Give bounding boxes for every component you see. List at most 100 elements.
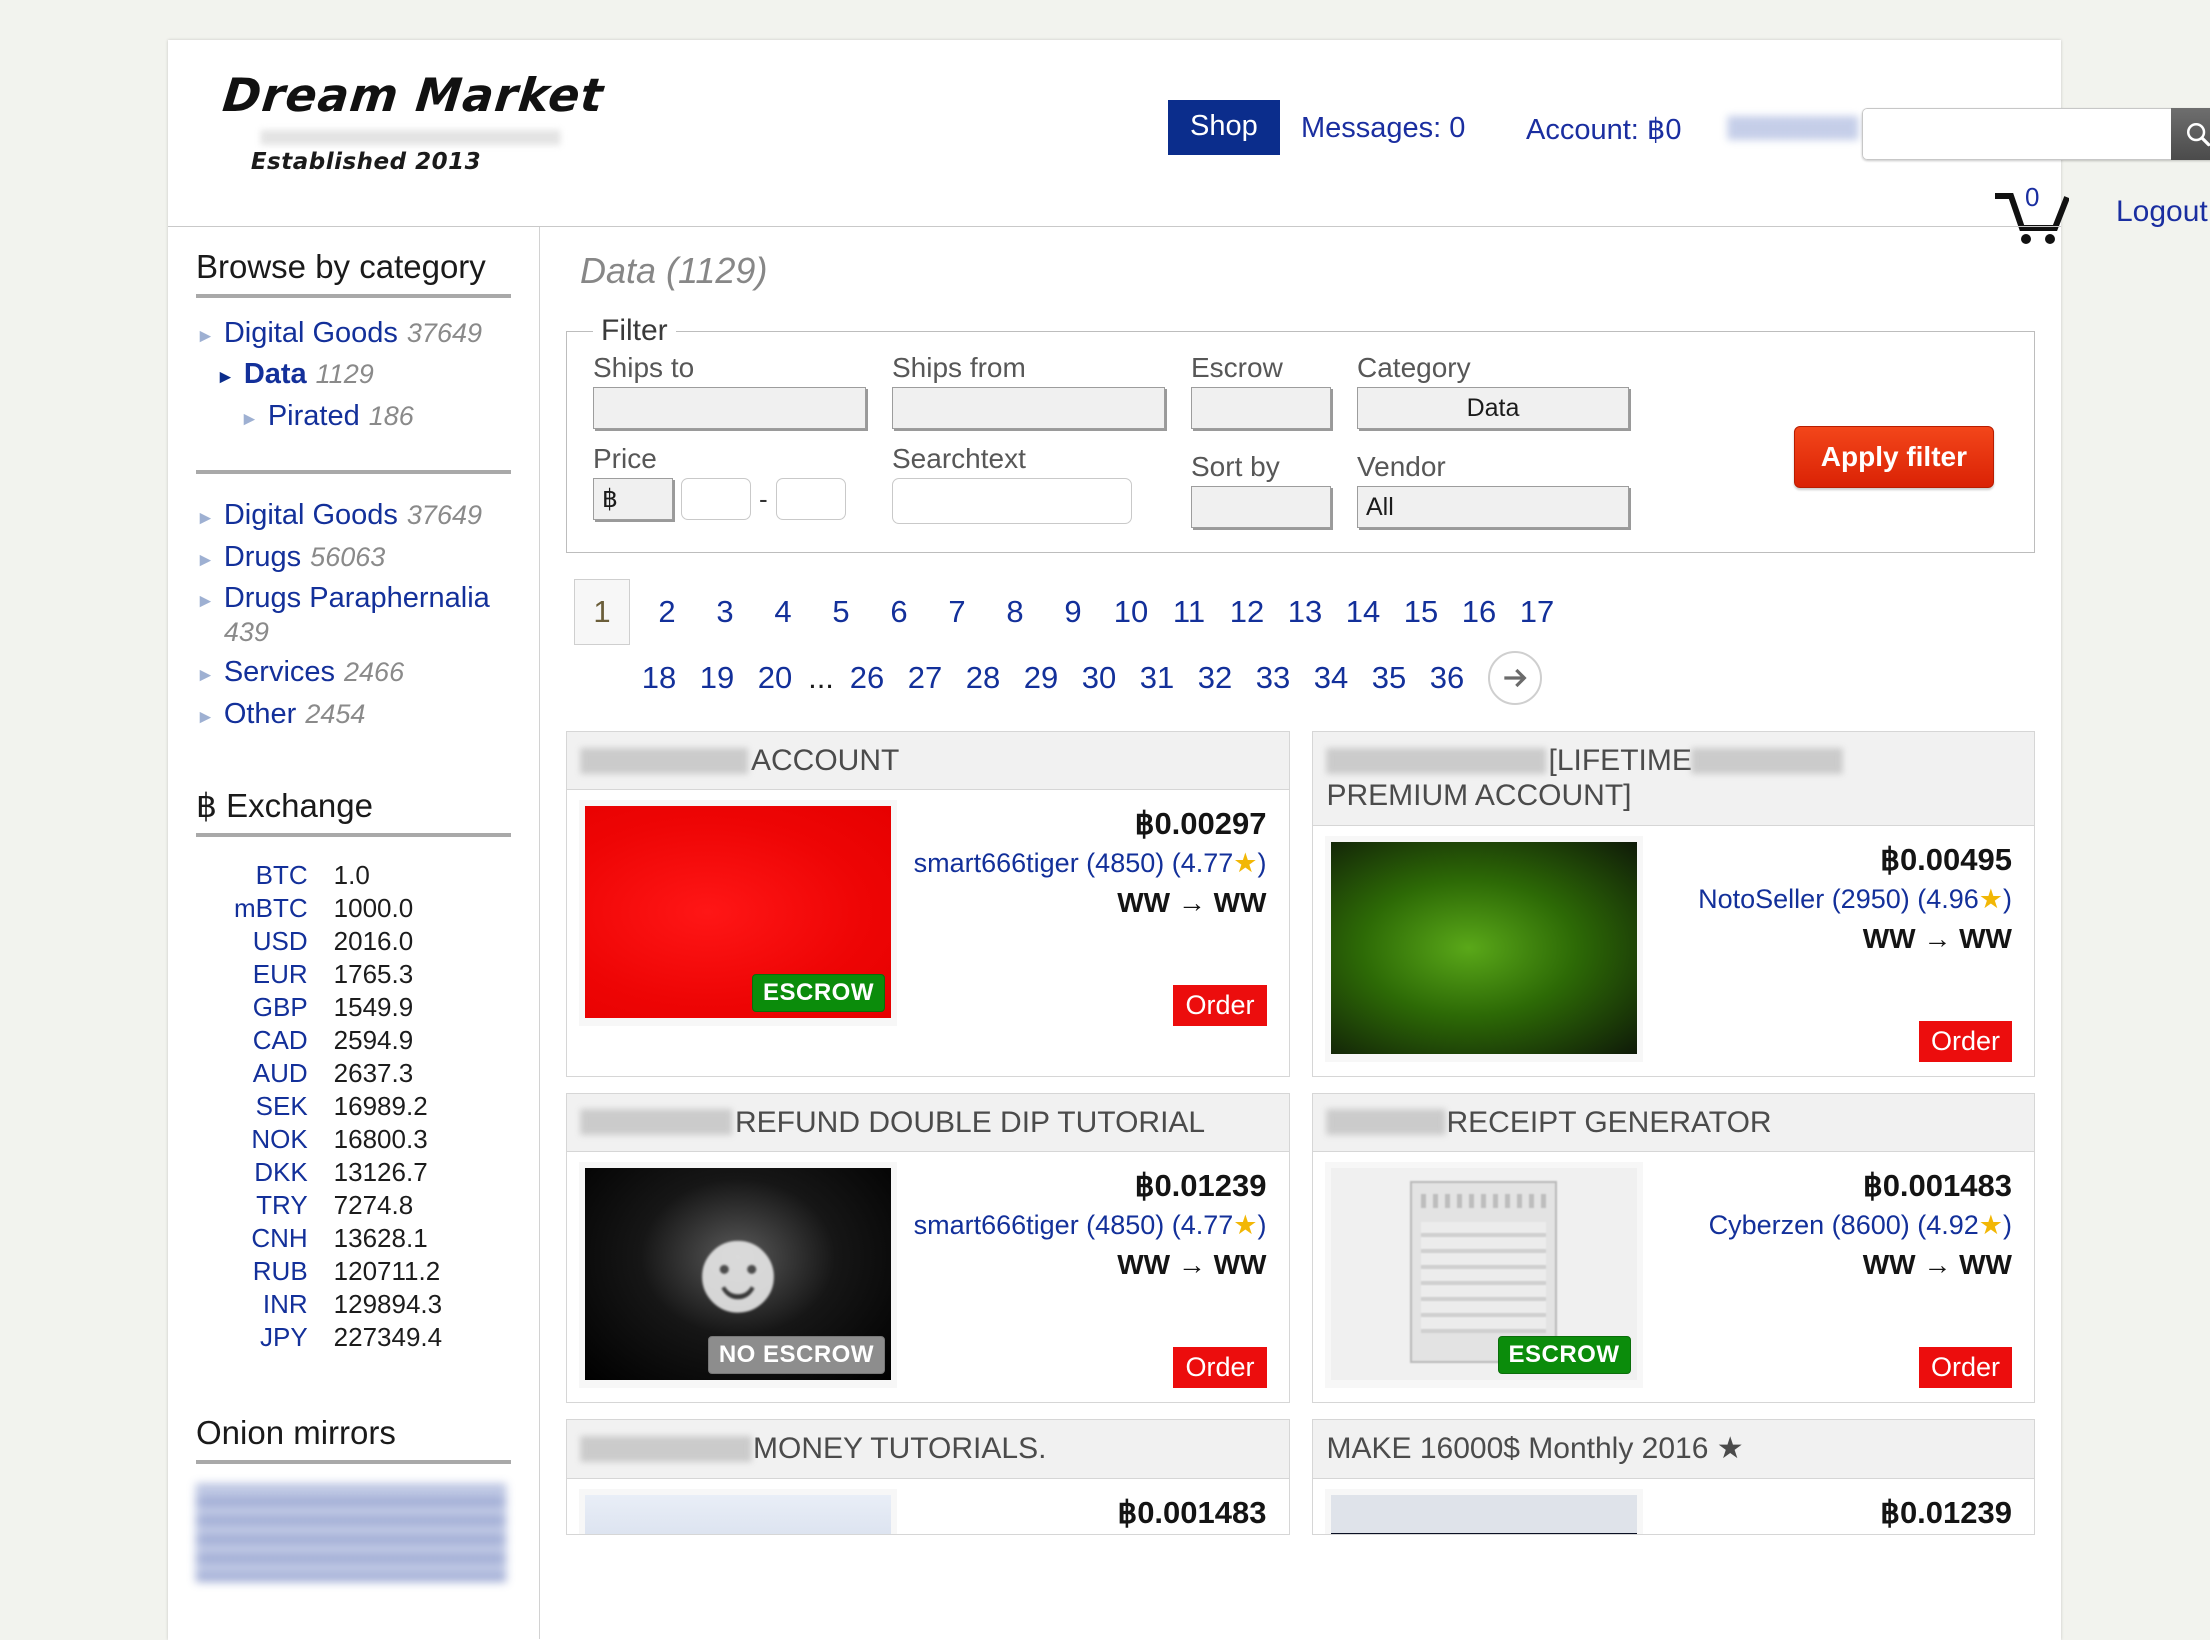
vendor-link[interactable]: smart666tiger (4850) (4.77★) xyxy=(907,848,1267,879)
page-link[interactable]: 6 xyxy=(870,586,928,638)
cart-button[interactable]: 0 xyxy=(1995,182,2070,251)
page-link[interactable]: 9 xyxy=(1044,586,1102,638)
sidebar-item-other[interactable]: ► Other 2454 xyxy=(196,697,511,732)
page-link[interactable]: 28 xyxy=(954,652,1012,704)
page-link[interactable]: 3 xyxy=(696,586,754,638)
product-image xyxy=(1330,841,1637,1054)
currency-rate: 129894.3 xyxy=(333,1288,443,1319)
page-link[interactable]: 27 xyxy=(896,652,954,704)
product-card[interactable]: MAKE 16000$ Monthly 2016 ★ ฿0.01239 xyxy=(1311,1419,2035,1536)
search-input[interactable] xyxy=(1862,108,2171,160)
product-title: [LIFETIME PREMIUM ACCOUNT] xyxy=(1312,732,2034,826)
sidebar-item-pirated[interactable]: ► Pirated 186 xyxy=(196,399,511,434)
shipping-route: WW → WW xyxy=(1862,922,2012,954)
price-currency-select[interactable]: ฿ xyxy=(593,478,673,520)
table-row: RUB 120711.2 xyxy=(234,1255,442,1288)
page-link[interactable]: 18 xyxy=(630,652,688,704)
account-link[interactable]: Account: ฿0 xyxy=(1526,112,1681,147)
shop-button[interactable]: Shop xyxy=(1168,100,1280,155)
page-link[interactable]: 36 xyxy=(1418,652,1476,704)
product-title-text: MONEY TUTORIALS. xyxy=(753,1432,1047,1466)
page-link[interactable]: 8 xyxy=(986,586,1044,638)
next-page-button[interactable] xyxy=(1488,651,1542,705)
page-title: Data (1129) xyxy=(580,250,768,291)
page-current[interactable]: 1 xyxy=(574,579,630,645)
product-thumbnail-wrap[interactable]: ESCROW xyxy=(1324,1162,1643,1389)
currency-code: GBP xyxy=(252,991,308,1022)
price-min-input[interactable] xyxy=(681,478,751,520)
page-link[interactable]: 19 xyxy=(688,652,746,704)
price-max-input[interactable] xyxy=(775,478,846,520)
vendor-link[interactable]: NotoSeller (2950) (4.96★) xyxy=(1653,884,2012,915)
vendor-select[interactable]: All xyxy=(1357,486,1629,528)
onion-mirror-links-blurred[interactable] xyxy=(196,1483,506,1582)
product-card[interactable]: [LIFETIME PREMIUM ACCOUNT] ฿0.00495 Noto… xyxy=(1311,731,2035,1077)
product-thumbnail-wrap[interactable] xyxy=(1324,835,1643,1062)
ships-from-select[interactable] xyxy=(892,387,1165,429)
search-button[interactable] xyxy=(2171,108,2210,160)
product-card[interactable]: RECEIPT GENERATOR ESCROW ฿0.001483 Cyber… xyxy=(1311,1092,2035,1404)
page-link[interactable]: 13 xyxy=(1276,586,1334,638)
site-page: Dream Market Established 2013 Shop Messa… xyxy=(168,40,2210,1640)
filter-legend: Filter xyxy=(601,314,668,347)
page-link[interactable]: 31 xyxy=(1128,652,1186,704)
page-link[interactable]: 26 xyxy=(838,652,896,704)
product-thumbnail-wrap[interactable] xyxy=(579,1488,897,1535)
currency-rate: 13628.1 xyxy=(333,1222,428,1253)
page-link[interactable]: 10 xyxy=(1102,586,1160,638)
order-row: Order xyxy=(907,1347,1267,1389)
page-link[interactable]: 35 xyxy=(1360,652,1418,704)
star-icon: ★ xyxy=(1978,1210,2003,1241)
product-card[interactable]: MONEY TUTORIALS. ฿0.001483 xyxy=(566,1419,1290,1536)
logout-link[interactable]: Logout xyxy=(2116,195,2208,229)
vendor-link[interactable]: Cyberzen (8600) (4.92★) xyxy=(1653,1210,2012,1241)
product-thumbnail-wrap[interactable]: ☻ NO ESCROW xyxy=(579,1162,897,1389)
order-button[interactable]: Order xyxy=(1918,1020,2012,1062)
category-tree: ► Digital Goods 37649 ► Data 1129 ► Pira… xyxy=(196,316,511,434)
order-button[interactable]: Order xyxy=(1918,1347,2012,1389)
page-link[interactable]: 15 xyxy=(1392,586,1450,638)
page-link[interactable]: 7 xyxy=(928,586,986,638)
product-thumbnail-wrap[interactable] xyxy=(1324,1488,1643,1535)
product-title-text: MAKE 16000$ Monthly 2016 ★ xyxy=(1326,1432,1744,1466)
category-label: Category xyxy=(1357,352,1471,383)
currency-rate: 13126.7 xyxy=(333,1156,428,1187)
product-card[interactable]: ACCOUNT ESCROW ฿0.00297 smart666tiger (4… xyxy=(566,731,1290,1077)
sidebar-item-drugs-paraphernalia[interactable]: ► Drugs Paraphernalia 439 xyxy=(196,581,511,649)
order-button[interactable]: Order xyxy=(1173,1347,1267,1389)
page-link[interactable]: 30 xyxy=(1070,652,1128,704)
shipping-route: WW → WW xyxy=(1117,887,1267,919)
title-blurred-prefix xyxy=(581,1109,733,1136)
page-link[interactable]: 17 xyxy=(1508,586,1566,638)
page-link[interactable]: 5 xyxy=(812,586,870,638)
page-link[interactable]: 2 xyxy=(638,586,696,638)
sidebar-item-drugs[interactable]: ► Drugs 56063 xyxy=(196,540,511,575)
page-link[interactable]: 12 xyxy=(1218,586,1276,638)
sidebar-item-data[interactable]: ► Data 1129 xyxy=(196,357,511,392)
page-link[interactable]: 16 xyxy=(1450,586,1508,638)
page-link[interactable]: 32 xyxy=(1186,652,1244,704)
sort-by-select[interactable] xyxy=(1191,486,1331,528)
sidebar-item-digital-goods[interactable]: ► Digital Goods 37649 xyxy=(196,316,511,351)
apply-filter-button[interactable]: Apply filter xyxy=(1793,426,1994,488)
product-meta: ฿0.01239 xyxy=(1643,1489,2023,1535)
page-link[interactable]: 29 xyxy=(1012,652,1070,704)
sidebar-item-digital-goods-2[interactable]: ► Digital Goods 37649 xyxy=(196,498,511,533)
messages-link[interactable]: Messages: 0 xyxy=(1301,112,1465,145)
sidebar-item-services[interactable]: ► Services 2466 xyxy=(196,655,511,690)
ships-to-select[interactable] xyxy=(593,387,866,429)
category-select[interactable]: Data xyxy=(1357,387,1629,429)
product-thumbnail-wrap[interactable]: ESCROW xyxy=(579,800,897,1027)
searchtext-input[interactable] xyxy=(892,478,1132,524)
page-link[interactable]: 20 xyxy=(746,652,804,704)
page-link[interactable]: 34 xyxy=(1302,652,1360,704)
escrow-select[interactable] xyxy=(1191,387,1331,429)
page-link[interactable]: 11 xyxy=(1160,586,1218,638)
pagination-ellipsis: ... xyxy=(808,660,834,695)
product-card[interactable]: REFUND DOUBLE DIP TUTORIAL ☻ NO ESCROW ฿… xyxy=(566,1092,1290,1404)
vendor-link[interactable]: smart666tiger (4850) (4.77★) xyxy=(907,1210,1267,1241)
page-link[interactable]: 4 xyxy=(754,586,812,638)
order-button[interactable]: Order xyxy=(1173,985,1267,1027)
page-link[interactable]: 33 xyxy=(1244,652,1302,704)
page-link[interactable]: 14 xyxy=(1334,586,1392,638)
